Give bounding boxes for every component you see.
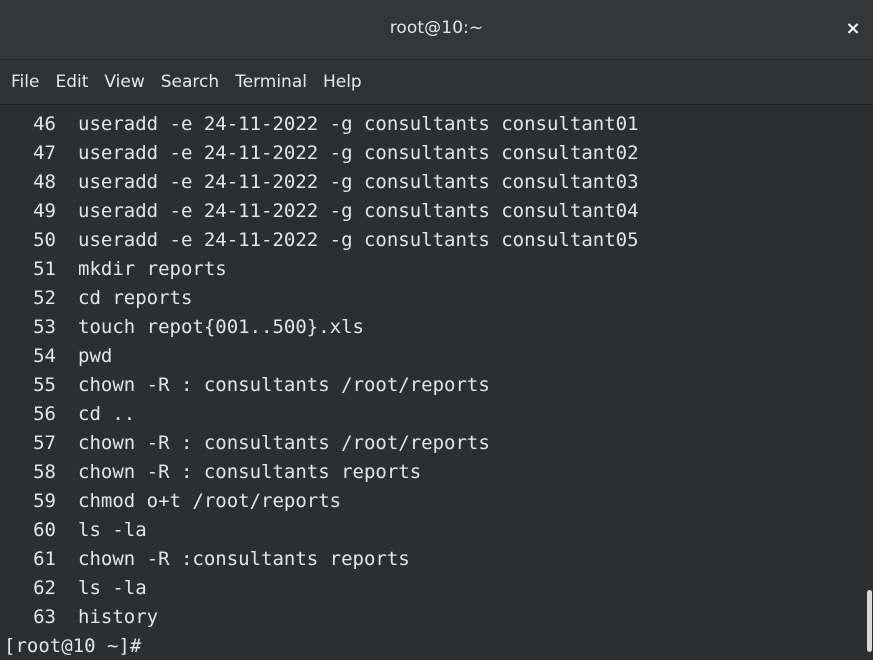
history-command: cd ..	[78, 403, 136, 425]
history-number: 49	[33, 200, 56, 222]
history-number: 58	[33, 461, 56, 483]
history-line: 50 useradd -e 24-11-2022 -g consultants c…	[4, 226, 866, 255]
history-number: 50	[33, 229, 56, 251]
menu-search[interactable]: Search	[153, 67, 227, 97]
shell-prompt[interactable]: [root@10 ~]#	[4, 632, 866, 660]
history-line: 63 history	[4, 603, 866, 632]
history-command: chown -R : consultants reports	[78, 461, 422, 483]
history-line: 51 mkdir reports	[4, 255, 866, 284]
history-number: 57	[33, 432, 56, 454]
history-number: 55	[33, 374, 56, 396]
scrollbar-thumb[interactable]	[867, 590, 872, 652]
history-line: 47 useradd -e 24-11-2022 -g consultants c…	[4, 139, 866, 168]
history-number: 61	[33, 548, 56, 570]
history-command: chown -R :consultants reports	[78, 548, 410, 570]
history-command: ls -la	[78, 577, 147, 599]
history-number: 51	[33, 258, 56, 280]
title-bar[interactable]: root@10:~ ×	[0, 0, 873, 60]
history-line: 59 chmod o+t /root/reports	[4, 487, 866, 516]
history-line: 55 chown -R : consultants /root/reports	[4, 371, 866, 400]
prompt-text: [root@10 ~]#	[4, 635, 142, 657]
history-command: useradd -e 24-11-2022 -g consultants con…	[78, 200, 639, 222]
history-number: 47	[33, 142, 56, 164]
history-line: 46 useradd -e 24-11-2022 -g consultants c…	[4, 110, 866, 139]
history-command: useradd -e 24-11-2022 -g consultants con…	[78, 229, 639, 251]
history-number: 62	[33, 577, 56, 599]
history-line: 49 useradd -e 24-11-2022 -g consultants c…	[4, 197, 866, 226]
terminal-output[interactable]: 46 useradd -e 24-11-2022 -g consultants c…	[0, 105, 866, 660]
history-command: history	[78, 606, 159, 628]
history-command: chown -R : consultants /root/reports	[78, 432, 490, 454]
history-command: useradd -e 24-11-2022 -g consultants con…	[78, 142, 639, 164]
history-command: chown -R : consultants /root/reports	[78, 374, 490, 396]
history-line: 54 pwd	[4, 342, 866, 371]
menu-help[interactable]: Help	[315, 67, 370, 97]
history-number: 52	[33, 287, 56, 309]
history-command: cd reports	[78, 287, 193, 309]
menu-file[interactable]: File	[3, 67, 47, 97]
history-line: 52 cd reports	[4, 284, 866, 313]
history-line: 62 ls -la	[4, 574, 866, 603]
history-number: 59	[33, 490, 56, 512]
history-number: 46	[33, 113, 56, 135]
history-command: chmod o+t /root/reports	[78, 490, 342, 512]
history-command: ls -la	[78, 519, 147, 541]
window-title: root@10:~	[389, 18, 484, 38]
menu-view[interactable]: View	[96, 67, 152, 97]
close-button[interactable]: ×	[843, 17, 863, 41]
menu-edit[interactable]: Edit	[47, 67, 96, 97]
history-line: 57 chown -R : consultants /root/reports	[4, 429, 866, 458]
menu-terminal[interactable]: Terminal	[227, 67, 315, 97]
history-command: useradd -e 24-11-2022 -g consultants con…	[78, 171, 639, 193]
terminal-window: root@10:~ × File Edit View Search Termin…	[0, 0, 873, 660]
history-number: 48	[33, 171, 56, 193]
scrollbar[interactable]	[866, 105, 873, 660]
history-command: pwd	[78, 345, 113, 367]
history-number: 60	[33, 519, 56, 541]
history-number: 54	[33, 345, 56, 367]
history-command: touch repot{001..500}.xls	[78, 316, 364, 338]
history-line: 61 chown -R :consultants reports	[4, 545, 866, 574]
history-number: 63	[33, 606, 56, 628]
history-line: 48 useradd -e 24-11-2022 -g consultants c…	[4, 168, 866, 197]
history-line: 53 touch repot{001..500}.xls	[4, 313, 866, 342]
history-number: 56	[33, 403, 56, 425]
menu-bar: File Edit View Search Terminal Help	[0, 60, 873, 105]
history-line: 60 ls -la	[4, 516, 866, 545]
history-number: 53	[33, 316, 56, 338]
history-line: 56 cd ..	[4, 400, 866, 429]
history-command: mkdir reports	[78, 258, 227, 280]
history-line: 58 chown -R : consultants reports	[4, 458, 866, 487]
history-command: useradd -e 24-11-2022 -g consultants con…	[78, 113, 639, 135]
